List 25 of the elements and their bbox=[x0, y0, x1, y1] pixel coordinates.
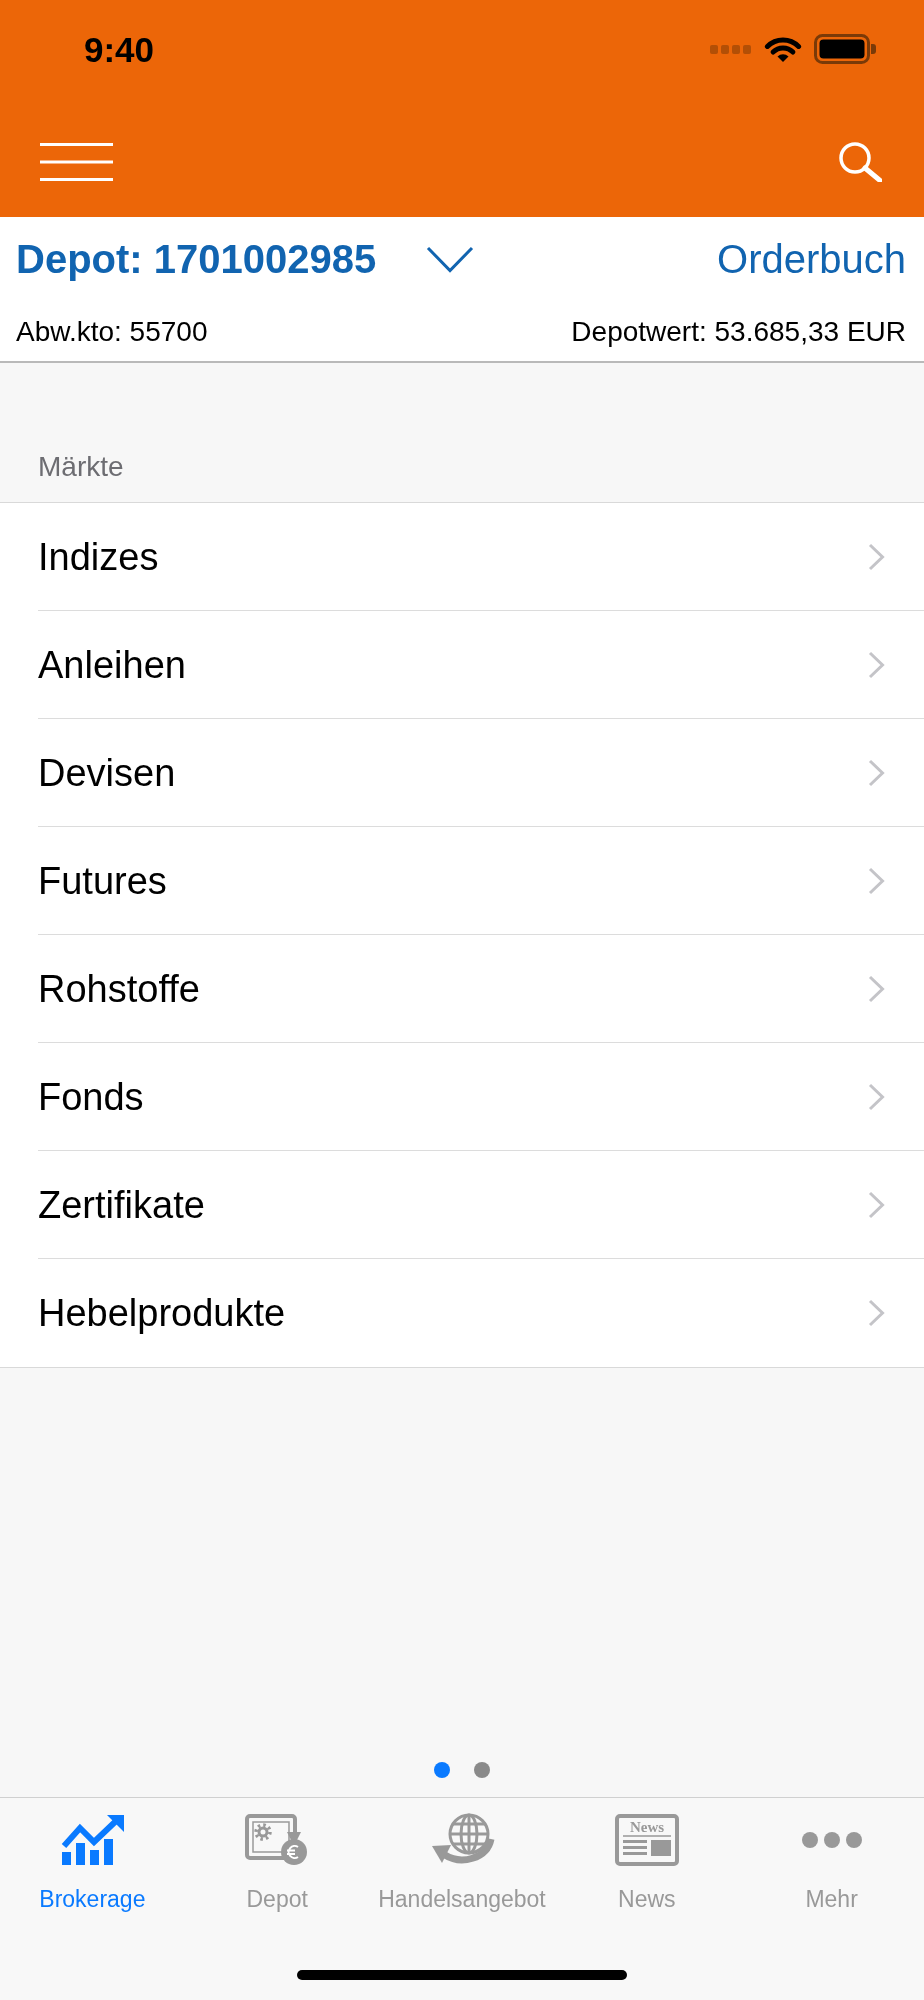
account-label: Abw.kto: 55700 bbox=[16, 318, 208, 346]
chevron-right-icon bbox=[868, 1082, 885, 1111]
chevron-right-icon bbox=[868, 974, 885, 1003]
menu-icon[interactable] bbox=[40, 142, 113, 181]
orderbook-link[interactable]: Orderbuch bbox=[717, 239, 906, 279]
wifi-icon bbox=[764, 35, 802, 63]
cellular-signal-icon bbox=[710, 44, 752, 54]
chevron-right-icon bbox=[868, 758, 885, 787]
tab-bar-item[interactable]: Brokerage bbox=[0, 1813, 185, 1913]
search-icon[interactable] bbox=[838, 141, 882, 182]
more-icon bbox=[801, 1832, 862, 1848]
depot-selector[interactable]: Depot: 1701002985 bbox=[16, 239, 475, 279]
section-header: Märkte bbox=[38, 451, 124, 482]
chevron-right-icon bbox=[868, 542, 885, 571]
chevron-right-icon bbox=[868, 1299, 885, 1327]
newspaper-icon: News bbox=[614, 1814, 679, 1866]
chevron-right-icon bbox=[868, 866, 885, 895]
battery-icon bbox=[814, 34, 876, 64]
status-time: 9:40 bbox=[84, 31, 155, 67]
safe-money-bag-icon bbox=[245, 1814, 310, 1866]
chevron-right-icon bbox=[868, 650, 885, 679]
depot-value: Depotwert: 53.685,33 EUR bbox=[571, 318, 906, 346]
rising-bar-chart-icon bbox=[60, 1815, 125, 1865]
chevron-down-icon bbox=[426, 245, 475, 273]
chevron-right-icon bbox=[868, 1190, 885, 1219]
